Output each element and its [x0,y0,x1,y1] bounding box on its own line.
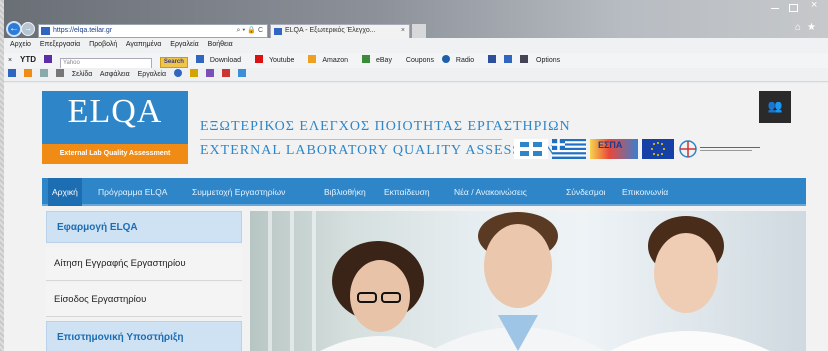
menu-edit[interactable]: Επεξεργασία [40,41,80,48]
tools-menu[interactable]: Εργαλεία [138,71,166,78]
coupons-link[interactable]: Coupons [406,57,434,64]
nav-training[interactable]: Εκπαίδευση [384,178,430,206]
amazon-icon [308,55,317,63]
address-url: https://elqa.teilar.gr [53,27,113,34]
menu-favorites[interactable]: Αγαπημένα [126,41,162,48]
youtube-icon [254,55,263,63]
webpage: ELQA External Lab Quality Assessment ΕΞΩ… [4,83,828,351]
mail-icon[interactable] [39,69,48,77]
menu-tools[interactable]: Εργαλεία [170,41,198,48]
close-window-button[interactable] [804,0,826,12]
amazon-link[interactable]: Amazon [308,55,354,64]
address-tools-icon[interactable]: ⌕ ▾ 🔒 C [237,25,263,37]
browser-window: ← → https://elqa.teilar.gr ⌕ ▾ 🔒 C ELQA … [4,0,828,351]
app-icon[interactable] [504,55,513,63]
arrow-left-icon: ← [9,23,19,34]
ebay-icon [362,55,370,63]
print-icon[interactable] [55,69,64,77]
maximize-button[interactable] [784,2,802,12]
address-bar[interactable]: https://elqa.teilar.gr ⌕ ▾ 🔒 C [38,24,268,38]
elqa-logo[interactable]: ELQA External Lab Quality Assessment [42,91,188,164]
espa-label: ΕΣΠΑ [598,140,623,150]
minimize-button[interactable] [766,2,784,12]
greek-flag-icon [552,139,586,159]
sidebar-item-lab-registration[interactable]: Αίτηση Εγγραφής Εργαστηρίου [46,247,242,281]
search-button[interactable]: Search [159,57,188,68]
nav-elqa-program[interactable]: Πρόγραμμα ELQA [98,178,167,206]
menu-view[interactable]: Προβολή [89,41,117,48]
help-icon[interactable] [173,69,182,77]
favicon-icon [274,28,282,35]
youtube-link[interactable]: Youtube [254,55,300,64]
nav-home[interactable]: Αρχική [48,178,82,206]
arrow-right-icon: → [24,24,32,33]
addon-icon[interactable] [189,69,198,77]
forward-button[interactable]: → [21,22,35,36]
header-english: EXTERNAL LABORATORY QUALITY ASSESSMENT [200,143,565,158]
ytd-logo[interactable]: YTD [20,55,36,64]
sidebar: Εφαρμογή ELQA Αίτηση Εγγραφής Εργαστηρίο… [42,211,242,351]
menu-bar: Αρχείο Επεξεργασία Προβολή Αγαπημένα Εργ… [4,38,828,53]
header-divider [200,139,502,140]
radio-link[interactable]: Radio [441,55,480,64]
safety-menu[interactable]: Ασφάλεια [100,71,130,78]
yahoo-icon [44,55,52,63]
lab-staff-photo [320,212,770,351]
download-icon [195,55,204,63]
title-bar: ← → https://elqa.teilar.gr ⌕ ▾ 🔒 C ELQA … [4,0,828,38]
ebay-link[interactable]: eBay [362,55,398,64]
nav-lab-participation[interactable]: Συμμετοχή Εργαστηρίων [192,178,285,206]
main-navigation: Αρχική Πρόγραμμα ELQA Συμμετοχή Εργαστηρ… [42,178,806,206]
options-link[interactable]: Options [536,57,560,64]
addon3-icon[interactable] [221,69,230,77]
espa-logo: ΕΣΠΑ [590,139,638,159]
search-input[interactable]: Yahoo [59,58,152,68]
nav-news[interactable]: Νέα / Ανακοινώσεις [454,178,527,206]
home-icon[interactable] [8,69,16,77]
logo-subtitle: External Lab Quality Assessment [42,144,188,164]
header-greek: ΕΞΩΤΕΡΙΚΟΣ ΕΛΕΓΧΟΣ ΠΟΙΟΤΗΤΑΣ ΕΡΓΑΣΤΗΡΙΩΝ [200,119,571,134]
close-toolbar-icon[interactable]: × [8,57,12,64]
sidebar-heading-scientific-support: Επιστημονική Υποστήριξη [46,321,242,351]
sidebar-item-lab-login[interactable]: Είσοδος Εργαστηρίου [46,283,242,317]
addon2-icon[interactable] [205,69,214,77]
nav-library[interactable]: Βιβλιοθήκη [324,178,366,206]
sidebar-heading-elqa-app: Εφαρμογή ELQA [46,211,242,243]
favicon-icon [41,27,50,35]
download-link[interactable]: Download [195,55,247,64]
gr-emblem-icon [514,139,548,159]
user-icon: 👥 [767,99,783,113]
feeds-icon[interactable] [23,69,32,77]
skype-icon[interactable] [237,69,246,77]
login-user-button[interactable]: 👥 [759,91,791,123]
institution-logo-icon [679,140,760,158]
links-toolbar: × YTD Yahoo Search Download Youtube Amaz… [4,53,828,68]
sponsor-logos: ΕΣΠΑ [514,135,774,163]
menu-help[interactable]: Βοήθεια [208,41,233,48]
nav-contact[interactable]: Επικοινωνία [622,178,668,206]
radio-icon [441,55,450,63]
menu-file[interactable]: Αρχείο [10,41,31,48]
page-menu[interactable]: Σελίδα [72,71,92,78]
home-star-icons[interactable]: ⌂★ [795,22,822,33]
app2-icon[interactable] [520,55,529,63]
nav-links[interactable]: Σύνδεσμοι [566,178,605,206]
hero-image [250,211,806,351]
tab-title: ELQA - Εξωτερικός Έλεγχο... [285,27,376,34]
logo-text: ELQA [67,93,163,130]
back-button[interactable]: ← [6,21,22,37]
tab-elqa[interactable]: ELQA - Εξωτερικός Έλεγχο... × [270,24,410,38]
close-tab-icon[interactable]: × [401,25,405,37]
new-tab-button[interactable] [412,24,426,38]
command-bar: Σελίδα Ασφάλεια Εργαλεία [4,68,828,82]
eu-flag-icon [642,139,674,159]
facebook-icon[interactable] [488,55,497,63]
